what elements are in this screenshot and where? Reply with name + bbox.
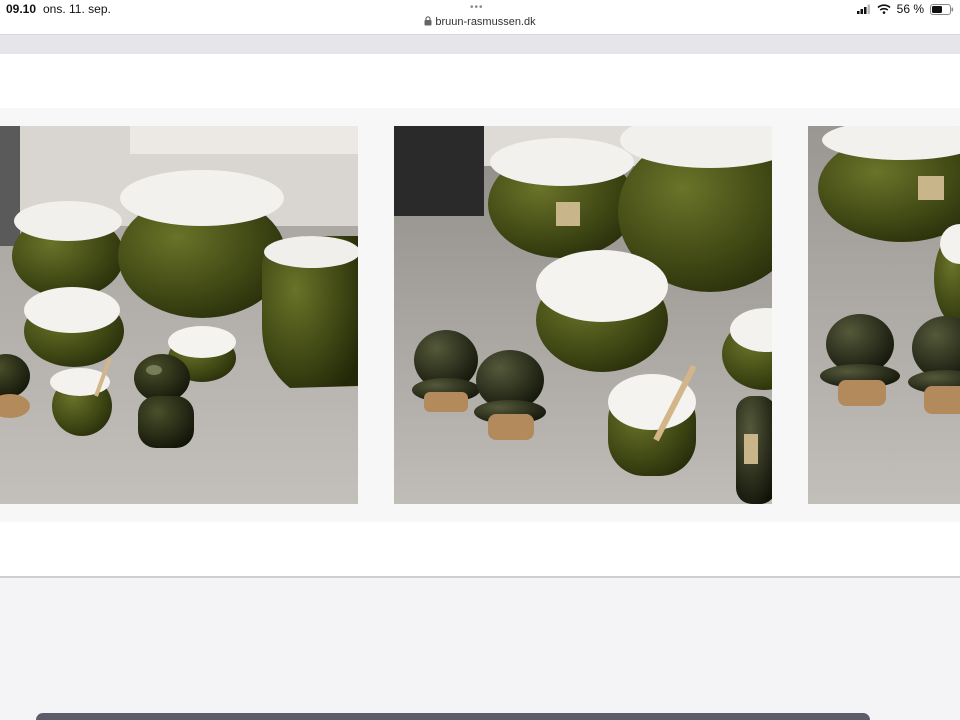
- status-date: ons. 11. sep.: [43, 2, 111, 16]
- more-dots-icon[interactable]: •••: [470, 3, 484, 13]
- gallery-image-1[interactable]: [0, 126, 358, 504]
- battery-percentage: 56 %: [896, 2, 924, 16]
- browser-status-bar: 09.10 ons. 11. sep. ••• bruun-rasmussen.…: [0, 0, 960, 34]
- gallery-image-2[interactable]: [394, 126, 772, 504]
- status-indicators: 56 %: [856, 2, 954, 16]
- bottom-action-bar[interactable]: [36, 713, 870, 720]
- browser-toolbar-band: [0, 34, 960, 54]
- url-text: bruun-rasmussen.dk: [435, 16, 536, 28]
- lower-page-area: [0, 578, 960, 720]
- battery-icon: [930, 3, 954, 15]
- status-time: 09.10: [6, 2, 37, 16]
- lock-icon: [424, 16, 432, 26]
- wifi-icon: [877, 4, 891, 14]
- address-bar[interactable]: bruun-rasmussen.dk: [0, 16, 960, 28]
- gallery-image-3[interactable]: [808, 126, 960, 504]
- cellular-signal-icon: [856, 4, 870, 14]
